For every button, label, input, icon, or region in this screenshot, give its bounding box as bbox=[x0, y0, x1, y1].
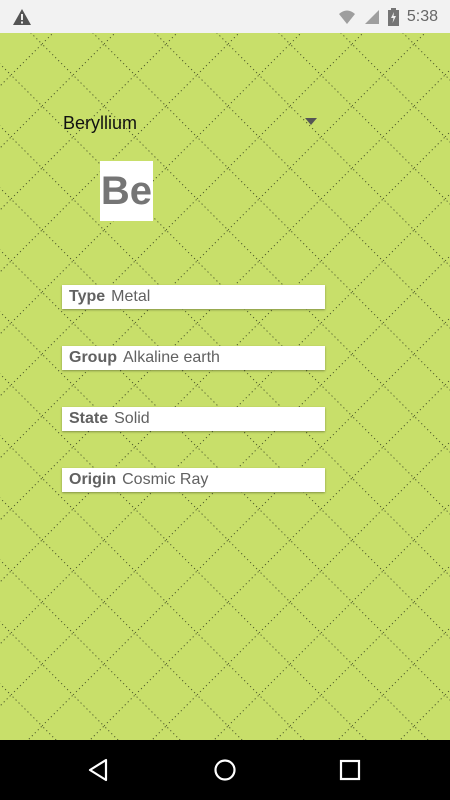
group-field: Group Alkaline earth bbox=[62, 346, 325, 370]
element-spinner-value: Beryllium bbox=[63, 113, 138, 133]
element-symbol-box: Be bbox=[100, 161, 153, 221]
type-value: Metal bbox=[111, 288, 151, 305]
home-icon[interactable] bbox=[212, 757, 238, 783]
origin-value: Cosmic Ray bbox=[122, 471, 209, 488]
element-symbol: Be bbox=[100, 168, 153, 213]
main-content: Beryllium Be Type Metal Group Alkaline e… bbox=[0, 33, 450, 740]
status-icons: 5:38 bbox=[338, 0, 438, 33]
state-value: Solid bbox=[114, 410, 150, 427]
status-time: 5:38 bbox=[406, 7, 438, 25]
recents-icon[interactable] bbox=[337, 757, 363, 783]
state-field: State Solid bbox=[62, 407, 325, 431]
wifi-icon bbox=[338, 10, 355, 24]
battery-icon bbox=[387, 7, 399, 26]
state-label: State bbox=[69, 410, 109, 427]
status-bar: 5:38 bbox=[0, 0, 450, 33]
navigation-bar bbox=[0, 740, 450, 800]
back-icon[interactable] bbox=[86, 757, 112, 783]
element-spinner[interactable]: Beryllium bbox=[63, 111, 323, 137]
signal-icon bbox=[364, 9, 379, 24]
origin-field: Origin Cosmic Ray bbox=[62, 468, 325, 492]
group-value: Alkaline earth bbox=[123, 349, 220, 366]
warning-icon bbox=[13, 9, 31, 25]
origin-label: Origin bbox=[69, 471, 117, 488]
dropdown-arrow-icon bbox=[305, 118, 317, 125]
type-label: Type bbox=[69, 288, 106, 305]
type-field: Type Metal bbox=[62, 285, 325, 309]
group-label: Group bbox=[69, 349, 117, 366]
diamond-pattern bbox=[0, 33, 450, 740]
